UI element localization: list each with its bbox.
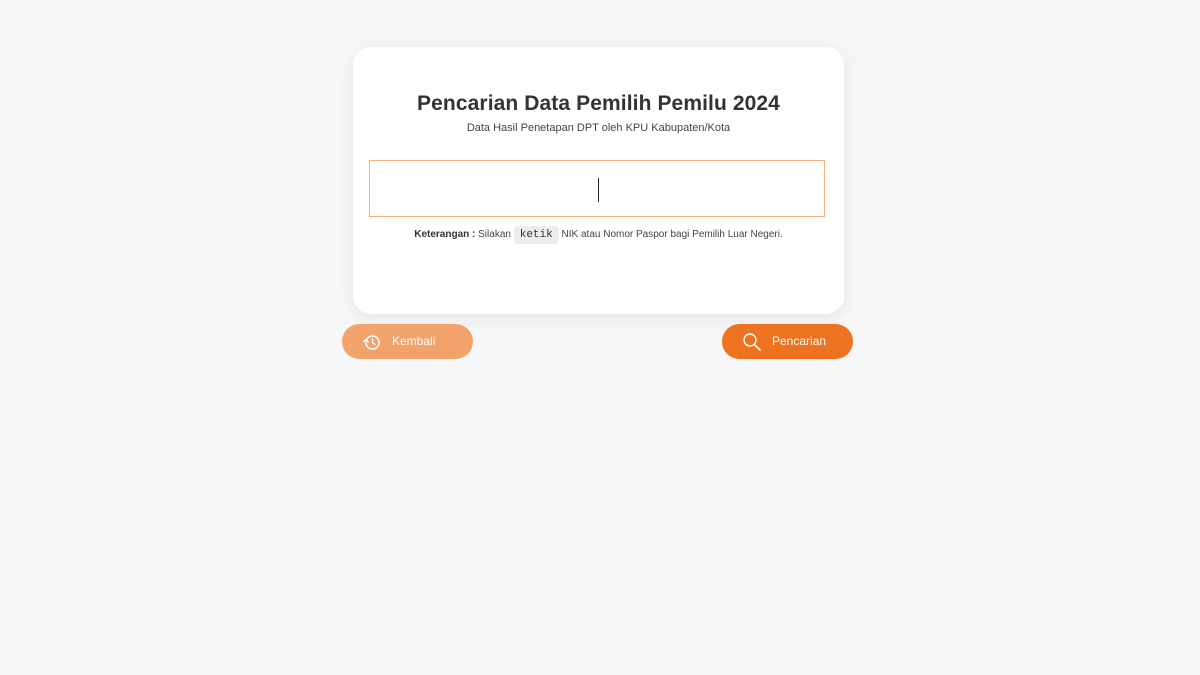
page-subtitle: Data Hasil Penetapan DPT oleh KPU Kabupa… xyxy=(466,122,731,134)
hint-prefix: Silakan xyxy=(478,229,511,240)
hint-suffix: NIK atau Nomor Paspor bagi Pemilih Luar … xyxy=(561,229,783,240)
search-button-label: Pencarian xyxy=(772,334,827,348)
back-button-label: Kembali xyxy=(392,334,436,348)
hint-code: ketik xyxy=(513,226,559,244)
search-hint: Keterangan : Silakan ketik NIK atau Nomo… xyxy=(353,225,844,245)
search-input[interactable] xyxy=(369,160,825,217)
back-button[interactable]: Kembali xyxy=(342,324,473,359)
search-card: Pencarian Data Pemilih Pemilu 2024 Data … xyxy=(353,47,844,314)
history-back-icon xyxy=(362,332,382,352)
search-button[interactable]: Pencarian xyxy=(722,324,853,359)
text-caret xyxy=(598,178,599,202)
search-icon xyxy=(742,332,762,352)
hint-label: Keterangan : xyxy=(414,229,476,240)
page-title: Pencarian Data Pemilih Pemilu 2024 xyxy=(417,92,780,115)
